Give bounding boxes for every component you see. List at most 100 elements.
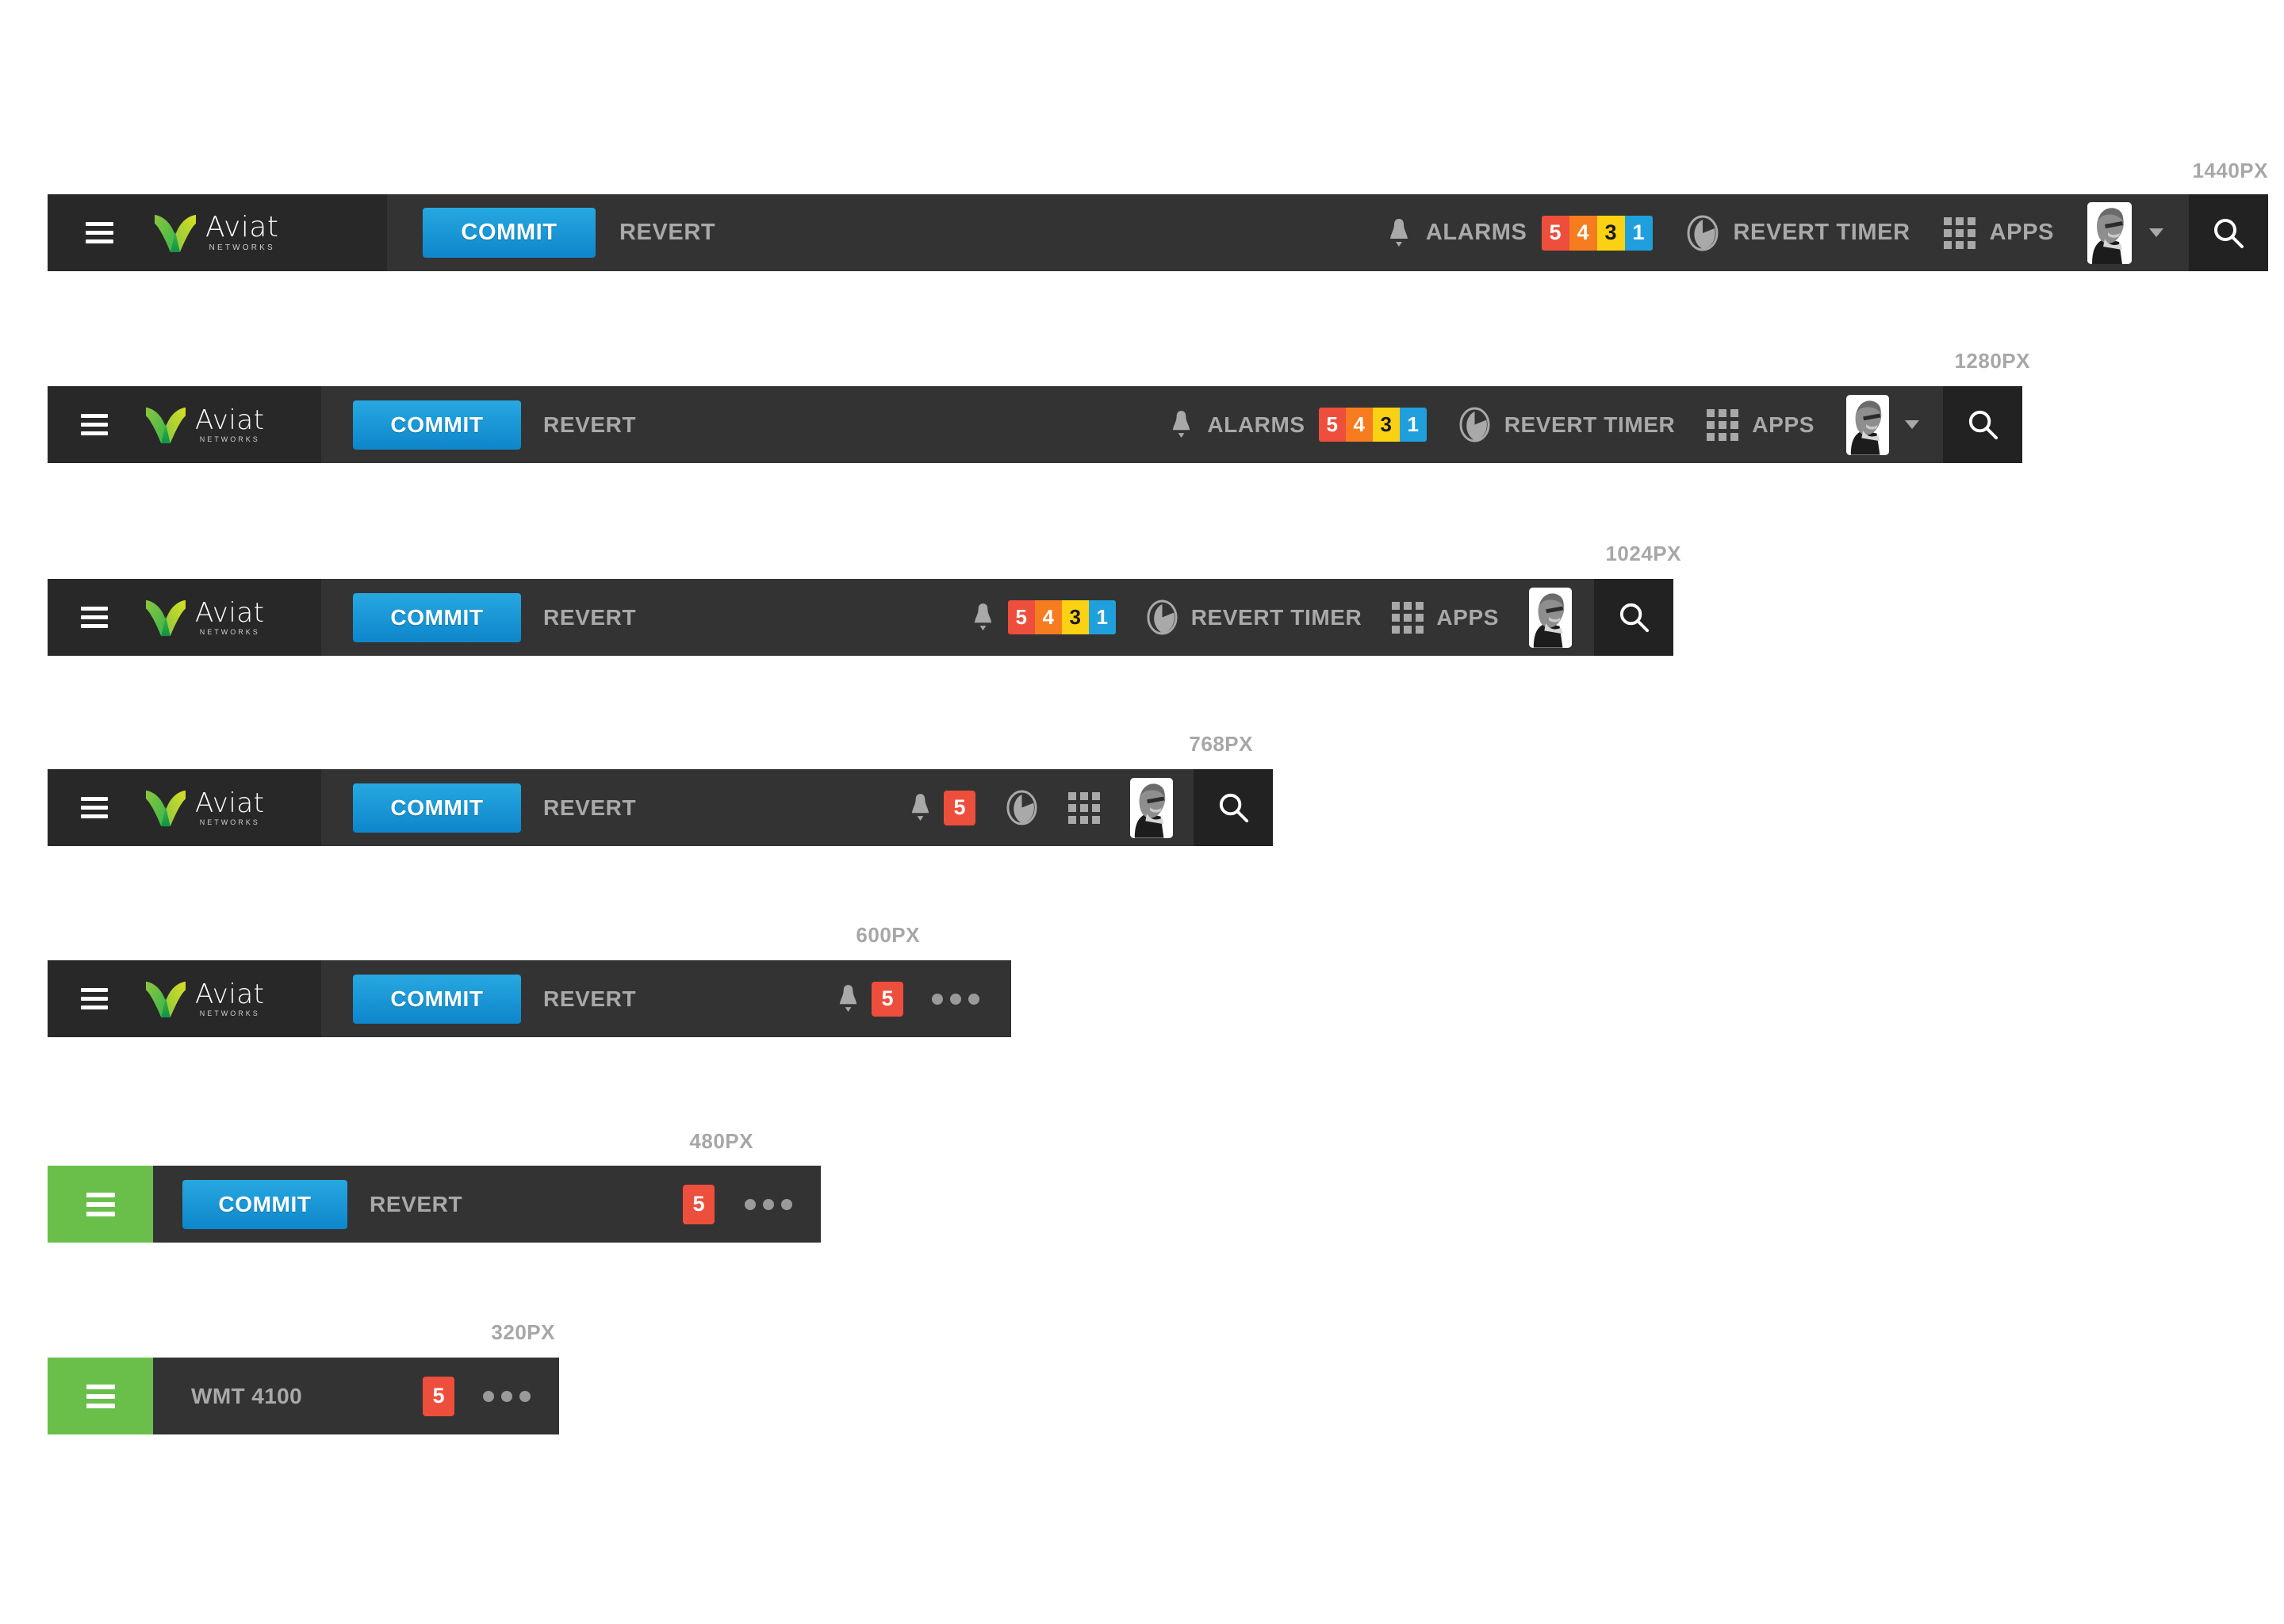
- apps-grid-icon: [1068, 791, 1100, 824]
- aviat-leaf-logo: [155, 214, 196, 252]
- ellipsis-icon[interactable]: [745, 1198, 792, 1210]
- navbar-main-768: COMMIT REVERT 5: [321, 769, 1273, 846]
- hamburger-menu-icon[interactable]: [81, 414, 108, 435]
- revert-timer-label: REVERT TIMER: [1733, 220, 1910, 245]
- alarms-item[interactable]: 5: [908, 790, 975, 825]
- avatar[interactable]: [1529, 587, 1572, 648]
- alarm-badge-major[interactable]: 4: [1569, 215, 1597, 251]
- aviat-logo[interactable]: Aviat NETWORKS: [144, 979, 265, 1019]
- brand-panel-320[interactable]: [48, 1358, 153, 1434]
- search-button[interactable]: [1943, 386, 2022, 463]
- navbar-600: Aviat NETWORKS COMMIT REVERT 5: [48, 960, 1011, 1037]
- breakpoint-label-1280: 1280PX: [1954, 349, 2030, 373]
- user-menu[interactable]: [2087, 201, 2163, 264]
- user-avatar: [1130, 777, 1173, 838]
- commit-button[interactable]: COMMIT: [423, 208, 596, 258]
- commit-button[interactable]: COMMIT: [182, 1179, 347, 1229]
- pie-timer-icon: [1147, 599, 1178, 635]
- alarm-badge-count[interactable]: 5: [423, 1376, 454, 1416]
- hamburger-menu-icon[interactable]: [81, 797, 108, 818]
- avatar[interactable]: [1130, 777, 1173, 838]
- hamburger-menu-icon[interactable]: [86, 1192, 115, 1216]
- alarm-badge-strip[interactable]: 5 4 3 1: [1541, 215, 1653, 251]
- brand-panel-480[interactable]: [48, 1166, 153, 1243]
- apps-item[interactable]: [1068, 791, 1100, 824]
- breakpoint-label-768: 768PX: [1189, 732, 1253, 756]
- commit-button[interactable]: COMMIT: [353, 783, 521, 833]
- user-menu[interactable]: [1846, 394, 1919, 455]
- revert-timer-item[interactable]: [1006, 789, 1038, 826]
- hamburger-menu-icon[interactable]: [81, 607, 108, 628]
- alarm-badge-info[interactable]: 1: [1088, 600, 1116, 634]
- alarm-badge-strip[interactable]: 5 4 3 1: [1318, 408, 1427, 442]
- brand-tagline: NETWORKS: [199, 435, 260, 443]
- search-button[interactable]: [2189, 194, 2268, 271]
- apps-item[interactable]: APPS: [1943, 216, 2054, 249]
- revert-timer-item[interactable]: REVERT TIMER: [1686, 214, 1910, 252]
- revert-button[interactable]: REVERT: [619, 220, 715, 246]
- ellipsis-icon[interactable]: [932, 993, 979, 1005]
- alarm-badge-minor[interactable]: 3: [1372, 408, 1400, 442]
- aviat-logo[interactable]: Aviat NETWORKS: [144, 405, 265, 445]
- aviat-leaf-logo: [146, 407, 186, 443]
- alarms-item[interactable]: ALARMS 5 4 3 1: [1169, 408, 1427, 442]
- revert-button[interactable]: REVERT: [543, 605, 636, 630]
- search-button[interactable]: [1594, 579, 1673, 656]
- breakpoint-label-480: 480PX: [689, 1129, 753, 1153]
- brand-name: Aviat: [195, 978, 265, 1010]
- navbar-right-cluster-1280: ALARMS 5 4 3 1 REVERT TIMER APPS: [1169, 394, 1919, 455]
- revert-button[interactable]: REVERT: [543, 795, 636, 821]
- responsive-navbar-spec-sheet: 1440PX Aviat NETWORKS COMMIT REVERT ALAR…: [0, 0, 2284, 1624]
- search-button[interactable]: [1194, 769, 1273, 846]
- revert-button[interactable]: REVERT: [543, 412, 636, 438]
- avatar[interactable]: [2087, 201, 2132, 264]
- commit-button[interactable]: COMMIT: [353, 974, 521, 1024]
- user-menu[interactable]: [1130, 777, 1173, 838]
- alarm-badge-minor[interactable]: 3: [1061, 600, 1089, 634]
- brand-panel-1280: Aviat NETWORKS: [48, 386, 321, 463]
- alarm-badge-info[interactable]: 1: [1399, 408, 1427, 442]
- alarms-item[interactable]: 5 4 3 1: [971, 600, 1116, 634]
- navbar-1280: Aviat NETWORKS COMMIT REVERT ALARMS 5 4 …: [48, 386, 2022, 463]
- apps-item[interactable]: APPS: [1392, 601, 1499, 634]
- alarm-badge-critical[interactable]: 5: [1007, 600, 1035, 634]
- navbar-right-cluster-1440: ALARMS 5 4 3 1 REVERT TIMER APPS: [1386, 201, 2163, 264]
- alarm-badge-critical[interactable]: 5: [1318, 408, 1346, 442]
- hamburger-menu-icon[interactable]: [86, 1384, 115, 1408]
- revert-timer-item[interactable]: REVERT TIMER: [1458, 406, 1676, 443]
- chevron-down-icon[interactable]: [2149, 228, 2163, 237]
- revert-button[interactable]: REVERT: [370, 1192, 462, 1217]
- apps-item[interactable]: APPS: [1707, 408, 1815, 441]
- revert-button[interactable]: REVERT: [543, 986, 636, 1012]
- alarm-badge-major[interactable]: 4: [1034, 600, 1062, 634]
- navbar-main-320: WMT 4100 5: [153, 1358, 559, 1434]
- alarms-item[interactable]: 5: [836, 981, 903, 1017]
- ellipsis-icon[interactable]: [483, 1390, 531, 1402]
- aviat-logo[interactable]: Aviat NETWORKS: [144, 598, 265, 638]
- hamburger-menu-icon[interactable]: [86, 222, 113, 243]
- brand-name: Aviat: [195, 404, 265, 436]
- aviat-logo[interactable]: Aviat NETWORKS: [144, 788, 265, 828]
- commit-button[interactable]: COMMIT: [353, 592, 521, 642]
- chevron-down-icon[interactable]: [1905, 420, 1919, 429]
- search-icon: [1219, 793, 1248, 823]
- apps-label: APPS: [1436, 604, 1499, 630]
- alarm-badge-count[interactable]: 5: [872, 981, 903, 1017]
- alarm-badge-info[interactable]: 1: [1624, 215, 1653, 251]
- breakpoint-label-320: 320PX: [491, 1320, 555, 1344]
- hamburger-menu-icon[interactable]: [81, 988, 108, 1009]
- alarm-badge-count[interactable]: 5: [944, 790, 975, 825]
- alarm-badge-count[interactable]: 5: [683, 1184, 715, 1224]
- user-menu[interactable]: [1529, 587, 1572, 648]
- avatar[interactable]: [1846, 394, 1889, 455]
- alarm-badge-critical[interactable]: 5: [1541, 215, 1569, 251]
- alarm-badge-strip[interactable]: 5 4 3 1: [1007, 600, 1116, 634]
- alarms-item[interactable]: ALARMS 5 4 3 1: [1386, 215, 1653, 251]
- navbar-right-cluster-600: 5: [836, 981, 979, 1017]
- alarm-badge-major[interactable]: 4: [1345, 408, 1373, 442]
- alarm-badge-minor[interactable]: 3: [1596, 215, 1625, 251]
- revert-timer-item[interactable]: REVERT TIMER: [1146, 599, 1362, 636]
- commit-button[interactable]: COMMIT: [353, 400, 521, 450]
- brand-name: Aviat: [195, 787, 265, 819]
- aviat-logo[interactable]: Aviat NETWORKS: [153, 213, 279, 254]
